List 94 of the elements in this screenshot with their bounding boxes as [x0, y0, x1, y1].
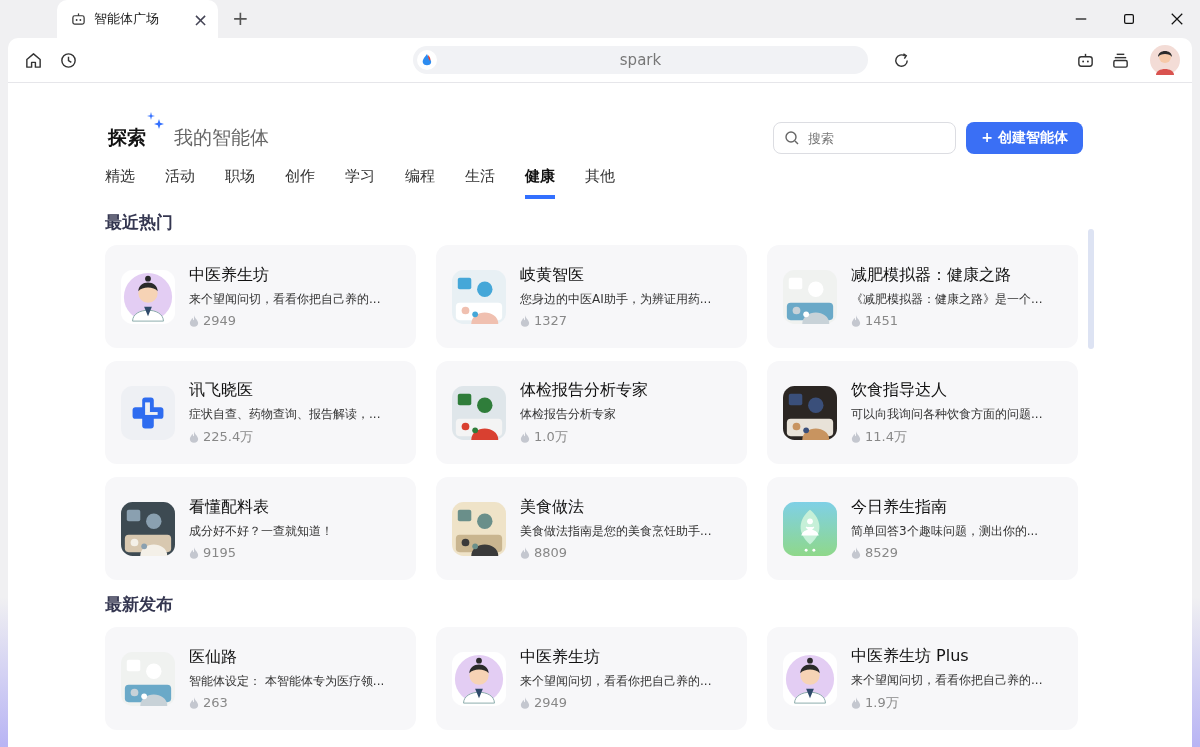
- agent-card[interactable]: 岐黄智医 您身边的中医AI助手，为辨证用药... 1327: [436, 245, 747, 348]
- address-bar[interactable]: spark: [413, 46, 868, 74]
- agent-name: 岐黄智医: [520, 265, 585, 286]
- agent-name: 医仙路: [189, 647, 238, 668]
- maximize-icon[interactable]: [1122, 12, 1136, 26]
- usage-count: 1327: [534, 313, 568, 328]
- agent-card[interactable]: 中医养生坊 来个望闻问切，看看你把自己养的... 2949: [436, 627, 747, 730]
- agent-name: 看懂配料表: [189, 497, 270, 518]
- agent-card[interactable]: 医仙路 智能体设定： 本智能体专为医疗领... 263: [105, 627, 416, 730]
- category-tab[interactable]: 学习: [345, 167, 375, 195]
- flame-icon: [851, 314, 861, 327]
- flame-icon: [520, 314, 530, 327]
- flame-icon: [851, 696, 861, 709]
- agent-description: 体检报告分析专家: [520, 405, 617, 423]
- flame-icon: [520, 696, 530, 709]
- figure-icon: [121, 269, 175, 324]
- usage-count: 2949: [534, 695, 568, 710]
- flame-icon: [189, 314, 199, 327]
- category-tab[interactable]: 职场: [225, 167, 255, 195]
- usage-count: 8529: [865, 545, 899, 560]
- search-field[interactable]: 搜索: [773, 122, 956, 154]
- agent-card[interactable]: 美食做法 美食做法指南是您的美食烹饪助手... 8809: [436, 477, 747, 580]
- agent-description: 您身边的中医AI助手，为辨证用药...: [520, 291, 712, 308]
- browser-tab[interactable]: 智能体广场 ×: [57, 0, 218, 38]
- agent-description: 智能体设定： 本智能体专为医疗领...: [189, 673, 385, 690]
- category-tab[interactable]: 活动: [165, 167, 195, 195]
- category-tab[interactable]: 生活: [465, 167, 495, 195]
- meditation-leaf-icon: [783, 501, 837, 556]
- agent-description: 成分好不好？一查就知道！: [189, 523, 333, 540]
- agent-name: 饮食指导达人: [851, 379, 948, 401]
- search-icon: [784, 130, 800, 146]
- flame-icon: [189, 546, 199, 559]
- category-tab[interactable]: 创作: [285, 167, 315, 195]
- figure-icon: [783, 651, 837, 706]
- usage-count: 11.4万: [865, 427, 907, 446]
- figure-icon: [452, 651, 506, 706]
- agent-card[interactable]: 看懂配料表 成分好不好？一查就知道！ 9195: [105, 477, 416, 580]
- section-title: 最新发布: [105, 593, 174, 616]
- agent-name: 讯飞晓医: [189, 379, 254, 401]
- usage-count: 1451: [865, 313, 899, 328]
- agent-card[interactable]: 饮食指导达人 可以向我询问各种饮食方面的问题... 11.4万: [767, 361, 1078, 464]
- agent-description: 《减肥模拟器：健康之路》是一个...: [851, 291, 1043, 308]
- agent-card[interactable]: 中医养生坊 来个望闻问切，看看你把自己养的... 2949: [105, 245, 416, 348]
- avatar-icon[interactable]: [1150, 45, 1180, 75]
- agent-description: 可以向我询问各种饮食方面的问题...: [851, 405, 1043, 423]
- category-tab[interactable]: 精选: [105, 167, 135, 195]
- category-tab[interactable]: 其他: [585, 167, 615, 195]
- agent-card[interactable]: 讯飞晓医 症状自查、药物查询、报告解读，... 225.4万: [105, 361, 416, 464]
- close-icon[interactable]: [1170, 12, 1184, 26]
- robot-icon: [71, 11, 86, 27]
- category-tab[interactable]: 编程: [405, 167, 435, 195]
- tab-title: 智能体广场: [94, 10, 160, 28]
- usage-count: 8809: [534, 545, 568, 560]
- agent-description: 来个望闻问切，看看你把自己养的...: [851, 671, 1043, 689]
- home-icon[interactable]: [24, 50, 43, 70]
- flame-icon: [851, 546, 861, 559]
- flame-icon: [851, 430, 861, 443]
- view-tab[interactable]: 我的智能体: [174, 125, 269, 151]
- agent-name: 体检报告分析专家: [520, 379, 648, 401]
- agent-card[interactable]: 体检报告分析专家 体检报告分析专家 1.0万: [436, 361, 747, 464]
- new-tab-button[interactable]: +: [232, 6, 249, 30]
- category-tab[interactable]: 健康: [525, 167, 555, 199]
- agent-description: 症状自查、药物查询、报告解读，...: [189, 405, 381, 423]
- flame-icon: [189, 696, 199, 709]
- usage-count: 225.4万: [203, 427, 254, 446]
- agent-name: 中医养生坊 Plus: [851, 645, 970, 667]
- section-title: 最近热门: [105, 211, 174, 234]
- agent-name: 今日养生指南: [851, 497, 948, 518]
- flame-icon: [520, 546, 530, 559]
- view-tab[interactable]: 探索: [108, 126, 146, 148]
- usage-count: 1.9万: [865, 693, 899, 712]
- agent-description: 美食做法指南是您的美食烹饪助手...: [520, 523, 712, 540]
- create-agent-button[interactable]: + 创建智能体: [966, 122, 1083, 154]
- agent-description: 来个望闻问切，看看你把自己养的...: [520, 673, 712, 690]
- agent-description: 简单回答3个趣味问题，测出你的...: [851, 523, 1039, 540]
- agent-name: 减肥模拟器：健康之路: [851, 265, 1012, 286]
- agent-card[interactable]: 今日养生指南 简单回答3个趣味问题，测出你的... 8529: [767, 477, 1078, 580]
- agent-name: 中医养生坊: [520, 647, 601, 668]
- usage-count: 263: [203, 695, 228, 710]
- flame-icon: [520, 430, 530, 443]
- flame-logo-icon: [417, 50, 437, 70]
- history-icon[interactable]: [59, 50, 78, 70]
- agent-name: 美食做法: [520, 497, 585, 518]
- agent-name: 中医养生坊: [189, 265, 270, 286]
- usage-count: 9195: [203, 545, 237, 560]
- usage-count: 2949: [203, 313, 237, 328]
- agent-card[interactable]: 减肥模拟器：健康之路 《减肥模拟器：健康之路》是一个... 1451: [767, 245, 1078, 348]
- cross-logo-icon: [121, 385, 175, 440]
- close-tab-button[interactable]: ×: [192, 8, 208, 30]
- usage-count: 1.0万: [534, 427, 568, 446]
- flame-icon: [189, 430, 199, 443]
- agent-card[interactable]: 中医养生坊 Plus 来个望闻问切，看看你把自己养的... 1.9万: [767, 627, 1078, 730]
- scrollbar-drawing[interactable]: [1088, 229, 1094, 349]
- agent-description: 来个望闻问切，看看你把自己养的...: [189, 291, 381, 308]
